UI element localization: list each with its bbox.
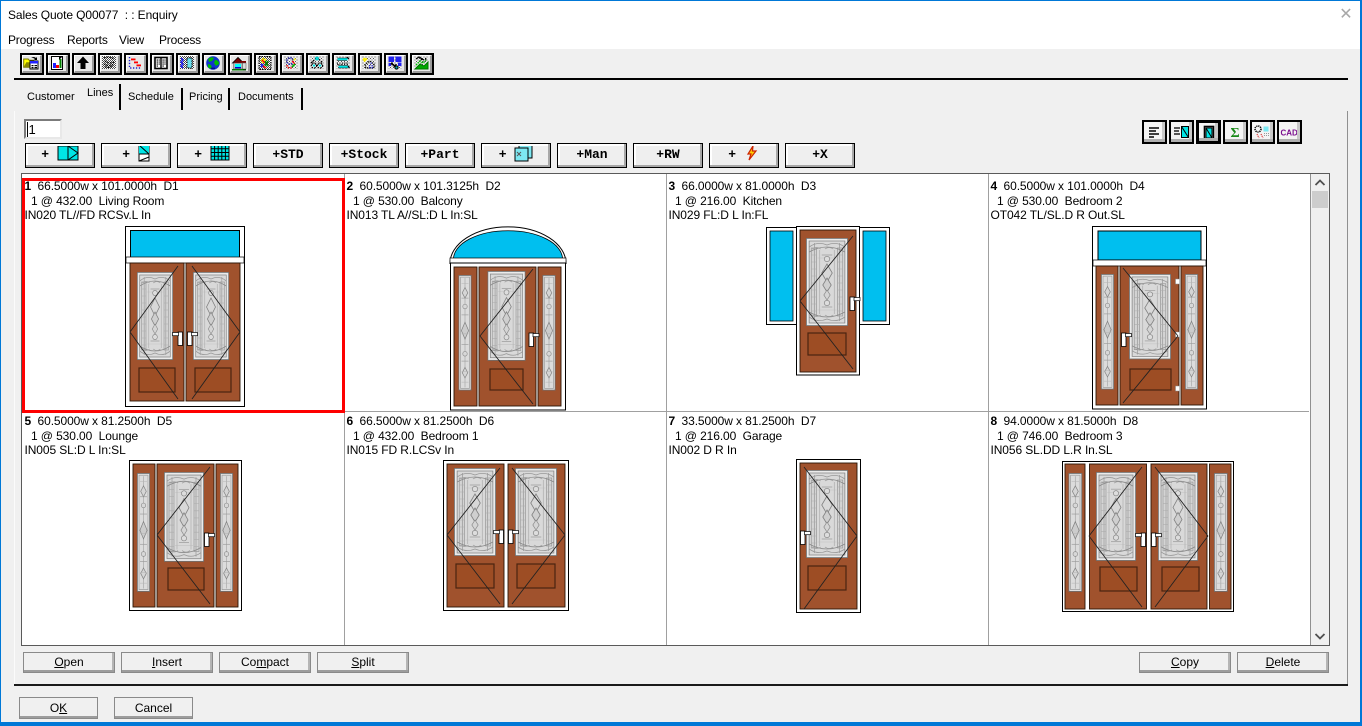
svg-text:CAD: CAD — [1281, 129, 1299, 138]
